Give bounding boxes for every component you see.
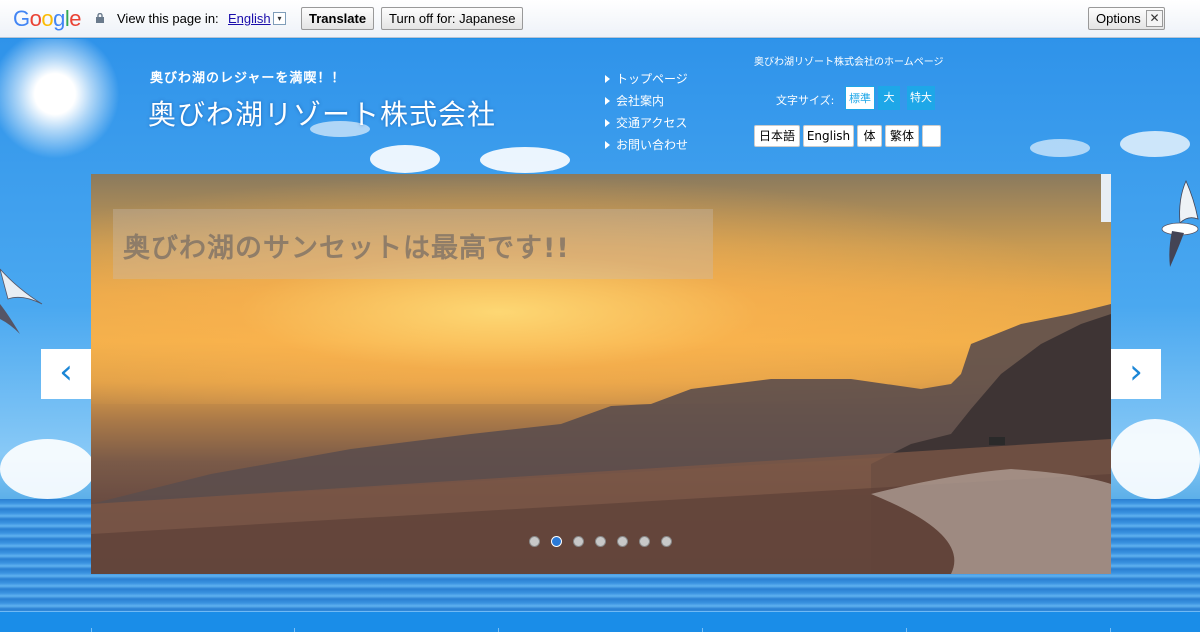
lang-traditional-chinese-button[interactable]: 繁体 [885,125,919,147]
main-nav: トップページ 会社案内 交通アクセス お問い合わせ [605,71,688,159]
seagull-icon [0,268,43,334]
prev-slide-button[interactable]: ‹ [41,349,91,399]
font-size-xlarge-button[interactable]: 特大 [907,86,935,110]
slider-dot[interactable] [529,536,540,547]
site-header: 奥びわ湖のレジャーを満喫！！ 奥びわ湖リゾート株式会社 トップページ 会社案内 … [0,39,1200,632]
slider-dot[interactable] [595,536,606,547]
font-size-standard-button[interactable]: 標準 [845,86,875,110]
slider-dot-active[interactable] [551,536,562,547]
slider-dot[interactable] [661,536,672,547]
lock-icon [96,13,104,23]
slider-dot[interactable] [639,536,650,547]
slide-caption: 奥びわ湖のサンセットは最高です!! [123,233,570,264]
nav-item-contact[interactable]: お問い合わせ [605,137,688,159]
slider-corner [1101,174,1111,222]
cloud [1030,139,1090,157]
cloud [1120,131,1190,157]
google-logo: Google [13,6,82,31]
slider-dot[interactable] [617,536,628,547]
cloud [1110,419,1200,499]
lang-english-button[interactable]: English [803,125,854,147]
font-size-label: 文字サイズ: [776,94,835,107]
translate-button[interactable]: Translate [301,7,375,30]
footer-nav-bar [0,611,1200,632]
font-size-large-button[interactable]: 大 [878,86,900,110]
turn-off-button[interactable]: Turn off for: Japanese [381,7,524,30]
seagull-icon [1161,180,1199,267]
lang-korean-button[interactable] [922,125,941,147]
cloud [370,145,440,173]
cloud [480,147,570,173]
nav-item-top[interactable]: トップページ [605,71,688,93]
translate-bar: Google View this page in: English ▾ Tran… [0,0,1200,38]
view-page-label: View this page in: [117,11,219,26]
sun-decoration [0,39,120,159]
hero-slider[interactable]: 奥びわ湖のサンセットは最高です!! [91,174,1111,574]
site-title[interactable]: 奥びわ湖リゾート株式会社 [148,93,496,133]
homepage-label: 奥びわ湖リゾート株式会社のホームページ [754,57,944,68]
slider-dot[interactable] [573,536,584,547]
chevron-down-icon[interactable]: ▾ [273,12,286,25]
next-slide-button[interactable]: › [1111,349,1161,399]
cloud [0,439,95,499]
language-link[interactable]: English [228,11,271,26]
lang-simplified-chinese-button[interactable]: 体 [857,125,882,147]
nav-item-company[interactable]: 会社案内 [605,93,688,115]
nav-item-access[interactable]: 交通アクセス [605,115,688,137]
tagline: 奥びわ湖のレジャーを満喫！！ [150,71,346,86]
close-icon[interactable]: ✕ [1146,10,1163,27]
lang-japanese-button[interactable]: 日本語 [754,125,800,147]
